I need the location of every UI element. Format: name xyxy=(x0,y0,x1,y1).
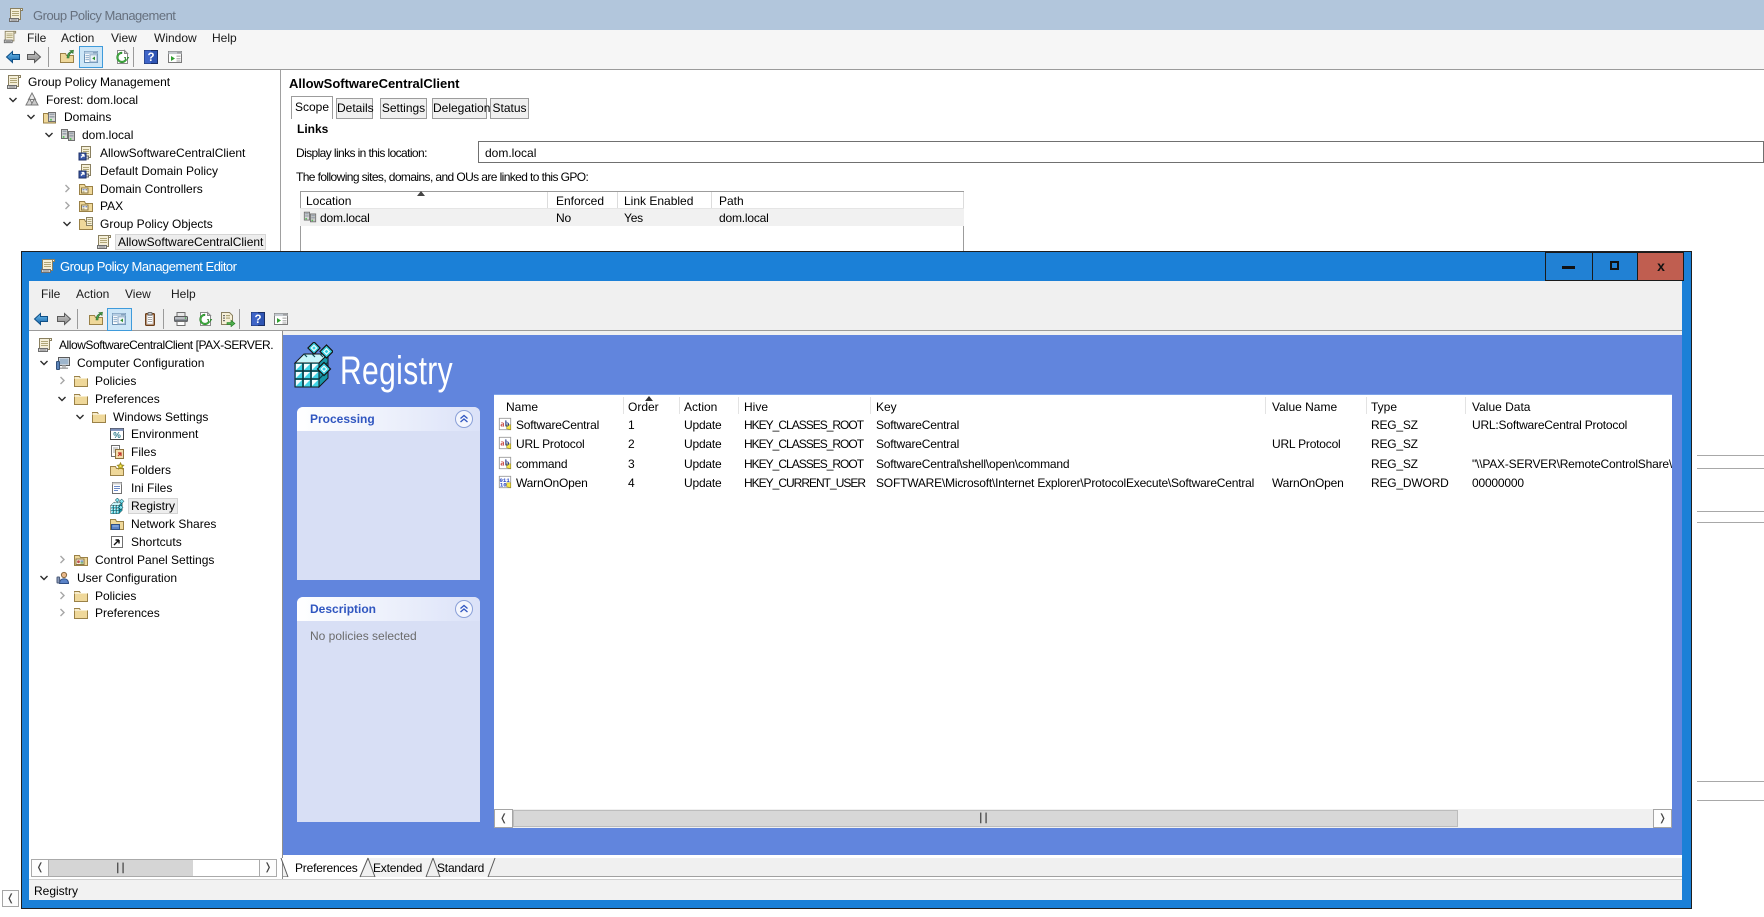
svg-text:Extended: Extended xyxy=(373,861,422,875)
svg-text:Standard: Standard xyxy=(437,861,484,875)
svg-text:Preferences: Preferences xyxy=(295,861,358,875)
